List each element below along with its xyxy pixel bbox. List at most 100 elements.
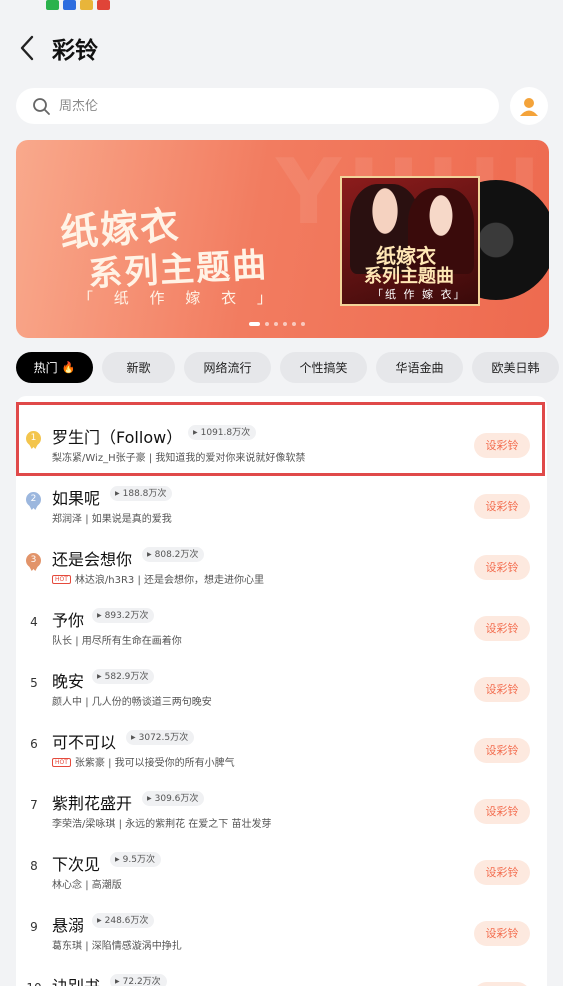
play-count-badge: 808.2万次 [142,547,205,562]
app-notification-icon [46,0,59,10]
song-artist: 郑润泽 [52,514,82,525]
set-ringtone-button[interactable]: 设彩铃 [474,616,530,641]
album-title-line2: 系列主题曲 [364,266,454,287]
song-title: 紫荆花盛开 [52,794,133,813]
tab-new[interactable]: 新歌 [102,352,175,383]
list-item[interactable]: 7 紫荆花盛开 309.6万次 李荣浩/梁咏琪 | 永远的紫荆花 在爱之下 苗壮… [16,770,547,831]
category-tabs: 热门 🔥 新歌 网络流行 个性搞笑 华语金曲 欧美日韩 [16,352,559,383]
play-count-badge: 582.9万次 [92,669,155,684]
song-title: 晚安 [52,672,85,691]
banner-subtitle: 「 纸 作 嫁 衣 」 [78,289,280,307]
list-item[interactable]: 3 还是会想你 808.2万次 HOT林达浪/h3R3 | 还是会想你，想走进你… [16,526,547,587]
song-title: 诀别书 [52,973,100,986]
page-title: 彩铃 [52,38,98,64]
tab-chinese-classics[interactable]: 华语金曲 [376,352,463,383]
avatar[interactable] [510,87,548,125]
fire-icon: 🔥 [61,361,76,374]
play-count-badge: 248.6万次 [92,913,155,928]
rank-number: 4 [30,615,38,629]
carousel-dot [292,322,296,326]
song-title: 悬溺 [52,916,85,935]
hot-tag: HOT [52,575,71,584]
play-count-badge: 188.8万次 [110,486,173,501]
rank-number: 5 [30,676,38,690]
separator: | [85,880,89,891]
list-item[interactable]: 1 罗生门（Follow） 1091.8万次 梨冻紧/Wiz_H张子豪 | 我知… [16,404,547,465]
song-artist: 李荣浩/梁咏琪 [52,819,116,830]
set-ringtone-button[interactable]: 设彩铃 [474,677,530,702]
app-notification-icon [80,0,93,10]
title-bar: 彩铃 [0,18,563,78]
play-count-badge: 72.2万次 [110,974,167,986]
carousel-dot [283,322,287,326]
song-artist: 队长 [52,636,72,647]
song-subtitle: 颜人中 | 几人份的畅谈道三两句晚安 [52,693,212,708]
tab-label: 华语金曲 [395,361,444,375]
song-artist: 梨冻紧/Wiz_H张子豪 [52,453,146,464]
song-subtitle: HOT 张紫豪 | 我可以接受你的所有小脾气 [52,754,235,769]
set-ringtone-button[interactable]: 设彩铃 [474,921,530,946]
tab-funny[interactable]: 个性搞笑 [280,352,367,383]
set-ringtone-button[interactable]: 设彩铃 [474,555,530,580]
play-count-badge: 893.2万次 [92,608,155,623]
rank-number: 6 [30,737,38,751]
set-ringtone-button[interactable]: 设彩铃 [474,799,530,824]
song-lyric: 高潮版 [91,880,122,891]
tab-western-jpkr[interactable]: 欧美日韩 [472,352,559,383]
song-title: 予你 [52,611,85,630]
song-artist: 颜人中 [52,697,82,708]
back-button[interactable] [14,33,40,63]
tab-trending[interactable]: 网络流行 [184,352,271,383]
song-artist: 葛东琪 [52,941,82,952]
carousel-dot [274,322,278,326]
tab-hot-label: 热门 [33,361,58,375]
tab-label: 新歌 [126,361,151,375]
list-item[interactable]: 6 可不可以 3072.5万次 HOT张紫豪 | 我可以接受你的所有小脾气 设彩… [16,709,547,770]
list-item[interactable]: 5 晚安 582.9万次 颜人中 | 几人份的畅谈道三两句晚安 设彩铃 [16,648,547,709]
separator: | [85,514,89,525]
set-ringtone-button[interactable]: 设彩铃 [474,860,530,885]
song-lyric: 深陷情感漩涡中挣扎 [91,941,182,952]
carousel-dot [301,322,305,326]
song-subtitle: HOT 林达浪/h3R3 | 还是会想你，想走进你心里 [52,571,264,586]
rank-medal-gold-icon: 1 [26,431,41,446]
tab-hot[interactable]: 热门 🔥 [16,352,93,383]
play-count-badge: 309.6万次 [142,791,205,806]
rank-medal-silver-icon: 2 [26,492,41,507]
rank-medal-bronze-icon: 3 [26,553,41,568]
song-title: 可不可以 [52,733,117,752]
song-subtitle: 郑润泽 | 如果说是真的爱我 [52,510,172,525]
song-lyric: 我知道我的爱对你来说就好像软禁 [155,453,306,464]
song-lyric: 永远的紫荆花 在爱之下 苗壮发芽 [125,819,272,830]
song-artist: 林心念 [52,880,82,891]
set-ringtone-button[interactable]: 设彩铃 [474,982,530,986]
album-title-line3: 「纸 作 嫁 衣」 [372,288,467,301]
song-title: 如果呢 [52,489,101,508]
rank-number: 9 [30,920,38,934]
chevron-left-icon [20,35,34,61]
list-item[interactable]: 2 如果呢 188.8万次 郑润泽 | 如果说是真的爱我 设彩铃 [16,465,547,526]
list-item[interactable]: 10 诀别书 72.2万次 设彩铃 [16,953,547,986]
search-box[interactable] [16,88,499,124]
set-ringtone-button[interactable]: 设彩铃 [474,738,530,763]
list-item[interactable]: 9 悬溺 248.6万次 葛东琪 | 深陷情感漩涡中挣扎 设彩铃 [16,892,547,953]
tab-label: 网络流行 [203,361,252,375]
song-subtitle: 梨冻紧/Wiz_H张子豪 | 我知道我的爱对你来说就好像软禁 [52,449,305,464]
album-cover-image: 纸嫁衣 系列主题曲 「纸 作 嫁 衣」 [340,176,480,306]
set-ringtone-button[interactable]: 设彩铃 [474,433,530,458]
rank-number: 7 [30,798,38,812]
app-notification-icon [63,0,76,10]
set-ringtone-button[interactable]: 设彩铃 [474,494,530,519]
separator: | [85,697,89,708]
list-item[interactable]: 8 下次见 9.5万次 林心念 | 高潮版 设彩铃 [16,831,547,892]
song-title: 下次见 [52,855,101,874]
promo-banner[interactable]: YUHUA 纸嫁衣 系列主题曲 「 纸 作 嫁 衣 」 纸嫁衣 系列主题曲 「纸… [16,140,549,338]
song-subtitle: 李荣浩/梁咏琪 | 永远的紫荆花 在爱之下 苗壮发芽 [52,815,271,830]
song-title: 罗生门（Follow） [52,428,183,447]
separator: | [75,636,79,647]
song-lyric: 我可以接受你的所有小脾气 [114,758,235,769]
search-input[interactable] [59,98,259,114]
carousel-dot [265,322,269,326]
list-item[interactable]: 4 予你 893.2万次 队长 | 用尽所有生命在画着你 设彩铃 [16,587,547,648]
carousel-indicator [249,322,305,326]
